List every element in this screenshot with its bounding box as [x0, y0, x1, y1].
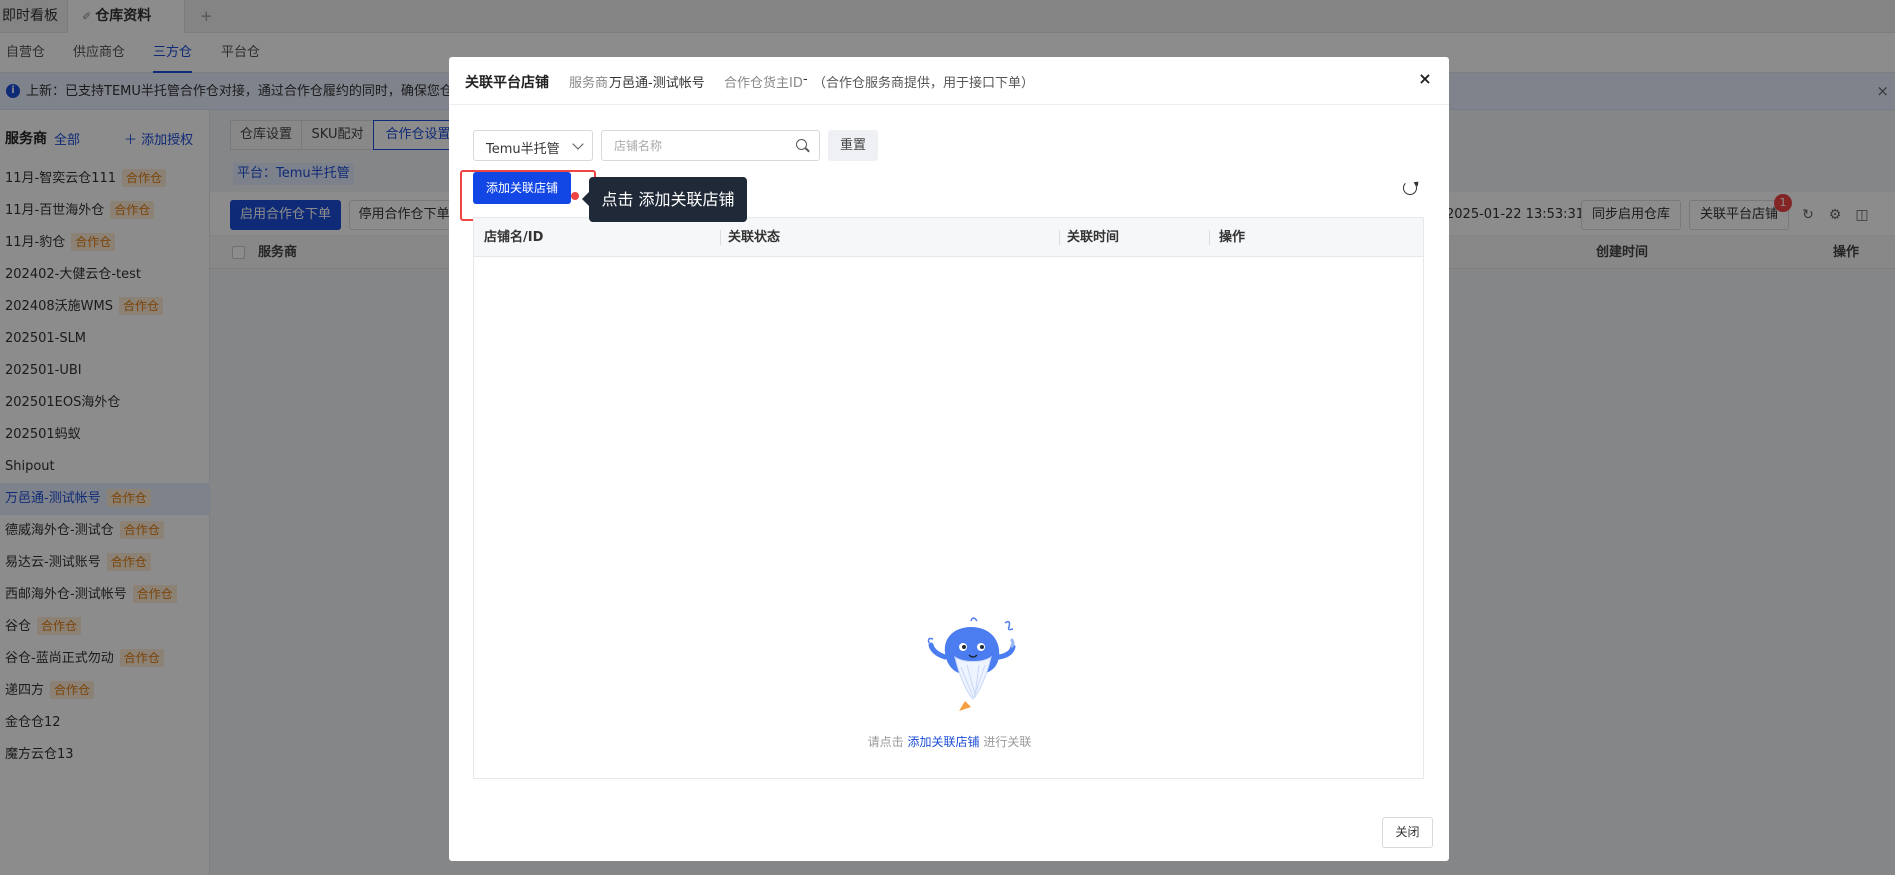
owner-id-value: - — [803, 72, 808, 87]
refresh-icon[interactable] — [1403, 181, 1417, 195]
empty-state-message: 请点击 添加关联店铺 进行关联 — [474, 733, 1425, 750]
store-search-input[interactable] — [602, 131, 782, 160]
add-linked-store-button[interactable]: 添加关联店铺 — [473, 172, 571, 204]
linked-store-table: 店铺名/ID 关联状态 关联时间 操作 请点击 添加关联店铺 进行关联 — [473, 217, 1424, 779]
whale-empty-state-illustration — [927, 617, 1016, 711]
empty-add-store-link[interactable]: 添加关联店铺 — [907, 735, 979, 749]
reset-button[interactable]: 重置 — [828, 130, 878, 161]
column-divider — [1209, 230, 1210, 245]
owner-id-label: 合作仓货主ID — [724, 76, 803, 91]
column-divider — [1059, 230, 1060, 245]
provider-value: 万邑通-测试帐号 — [609, 76, 705, 91]
guide-pointer-dot — [571, 192, 579, 200]
column-link-status: 关联状态 — [728, 230, 781, 245]
guide-tooltip: 点击 添加关联店铺 — [582, 177, 747, 222]
chevron-down-icon — [572, 138, 584, 150]
empty-suffix: 进行关联 — [983, 735, 1032, 749]
linked-store-table-header: 店铺名/ID 关联状态 关联时间 操作 — [474, 218, 1423, 257]
dialog-title: 关联平台店铺 — [465, 75, 549, 91]
column-action: 操作 — [1219, 230, 1246, 245]
platform-select-value: Temu半托管 — [486, 142, 560, 157]
column-divider — [720, 230, 721, 245]
provider-label: 服务商 — [569, 76, 609, 91]
store-search-field[interactable] — [601, 130, 820, 161]
platform-select[interactable]: Temu半托管 — [473, 130, 593, 161]
owner-id-note: （合作仓服务商提供，用于接口下单） — [813, 76, 1035, 91]
link-platform-store-dialog: 关联平台店铺 服务商 万邑通-测试帐号 合作仓货主ID - （合作仓服务商提供，… — [449, 57, 1449, 861]
column-link-time: 关联时间 — [1067, 230, 1120, 245]
dialog-close-button[interactable]: 关闭 — [1382, 817, 1433, 848]
empty-prefix: 请点击 — [867, 735, 904, 749]
dialog-header: 关联平台店铺 服务商 万邑通-测试帐号 合作仓货主ID - （合作仓服务商提供，… — [449, 57, 1449, 105]
column-store-name-id: 店铺名/ID — [484, 230, 544, 245]
search-icon[interactable] — [796, 139, 807, 150]
dialog-close-icon[interactable]: × — [1415, 69, 1435, 89]
